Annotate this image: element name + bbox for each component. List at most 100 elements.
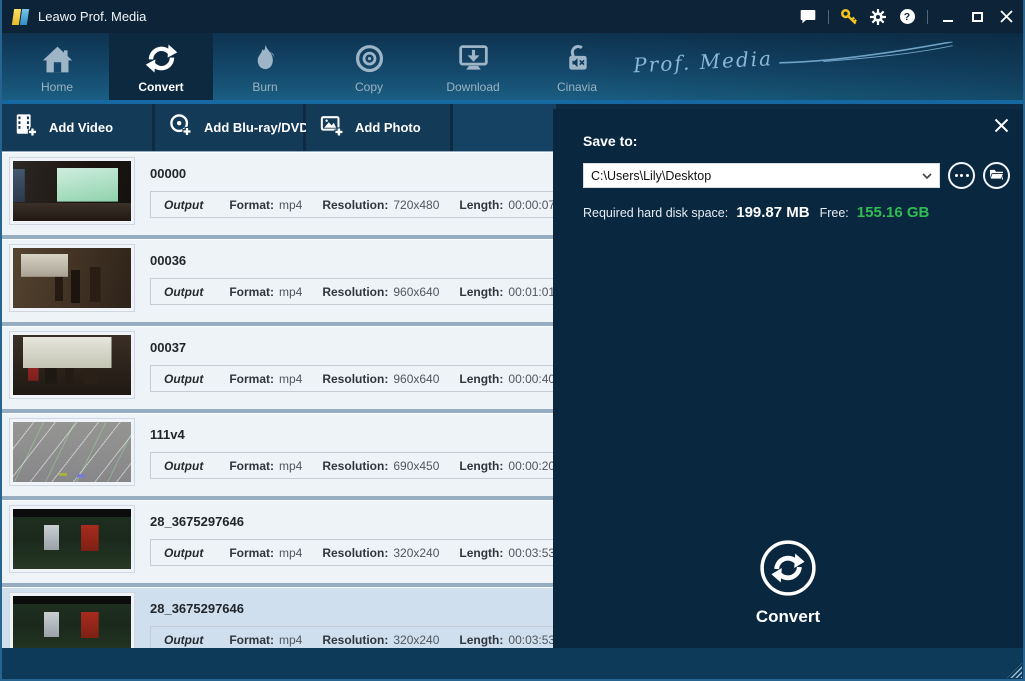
tab-download[interactable]: Download	[421, 33, 525, 100]
dropdown-chevron-icon[interactable]	[920, 173, 939, 179]
save-to-label: Save to:	[583, 133, 637, 149]
output-label: Output	[164, 633, 203, 647]
brand-text: Prof. Media	[632, 46, 773, 77]
format-label: Format:	[229, 372, 274, 386]
tab-label: Convert	[138, 80, 183, 94]
save-path-input[interactable]	[584, 169, 920, 183]
copy-icon	[353, 34, 386, 76]
app-window: Leawo Prof. Media	[0, 0, 1025, 681]
length-label: Length:	[459, 198, 503, 212]
length-label: Length:	[459, 459, 503, 473]
brand-signature: Prof. Media	[632, 37, 955, 78]
length-label: Length:	[459, 285, 503, 299]
folder-icon	[989, 167, 1004, 185]
maximize-icon[interactable]	[968, 8, 986, 26]
video-thumbnail[interactable]	[10, 158, 134, 224]
save-path-select[interactable]	[583, 163, 940, 188]
length-label: Length:	[459, 546, 503, 560]
resolution-label: Resolution:	[322, 546, 388, 560]
format-value: mp4	[279, 285, 302, 299]
key-icon[interactable]	[840, 8, 858, 26]
tab-label: Copy	[355, 80, 383, 94]
main-nav: Home Convert	[0, 33, 1025, 100]
resolution-label: Resolution:	[322, 633, 388, 647]
resolution-value: 320x240	[393, 546, 439, 560]
convert-button[interactable]: Convert	[553, 539, 1023, 627]
output-label: Output	[164, 459, 203, 473]
chat-icon[interactable]	[799, 8, 817, 26]
video-thumbnail[interactable]	[10, 332, 134, 398]
resolution-value: 690x450	[393, 459, 439, 473]
format-value: mp4	[279, 459, 302, 473]
format-value: mp4	[279, 198, 302, 212]
tab-label: Download	[446, 80, 499, 94]
video-thumbnail[interactable]	[10, 245, 134, 311]
gear-icon[interactable]	[869, 8, 887, 26]
tab-label: Home	[41, 80, 73, 94]
format-label: Format:	[229, 459, 274, 473]
tool-label: Add Video	[49, 120, 113, 135]
length-value: 00:00:20	[508, 459, 555, 473]
output-label: Output	[164, 198, 203, 212]
ellipsis-icon	[955, 174, 969, 177]
resolution-value: 960x640	[393, 285, 439, 299]
video-thumbnail[interactable]	[10, 419, 134, 485]
browse-button[interactable]	[948, 162, 975, 189]
download-icon	[457, 34, 490, 76]
required-space-value: 199.87 MB	[736, 204, 809, 221]
open-folder-button[interactable]	[983, 162, 1010, 189]
home-icon	[41, 34, 74, 76]
length-value: 00:03:53	[508, 633, 555, 647]
convert-button-label: Convert	[553, 607, 1023, 627]
video-thumbnail[interactable]	[10, 506, 134, 572]
minimize-icon[interactable]	[939, 8, 957, 26]
format-value: mp4	[279, 633, 302, 647]
titlebar-separator	[828, 10, 829, 24]
tab-home[interactable]: Home	[5, 33, 109, 100]
cinavia-lock-icon	[561, 34, 594, 76]
nav-tabs: Home Convert	[5, 33, 629, 100]
format-label: Format:	[229, 285, 274, 299]
save-path-row	[583, 162, 1010, 189]
convert-settings-panel: Save to: Required hard d	[553, 109, 1023, 648]
output-label: Output	[164, 285, 203, 299]
length-value: 00:03:53	[508, 546, 555, 560]
format-value: mp4	[279, 372, 302, 386]
close-icon[interactable]	[994, 118, 1010, 134]
resolution-label: Resolution:	[322, 285, 388, 299]
add-photo-icon	[320, 113, 344, 143]
titlebar-separator	[927, 10, 928, 24]
add-video-button[interactable]: Add Video	[0, 104, 152, 151]
add-video-icon	[14, 113, 38, 143]
video-thumbnail[interactable]	[10, 593, 134, 648]
close-icon[interactable]	[997, 8, 1015, 26]
resolution-label: Resolution:	[322, 372, 388, 386]
output-label: Output	[164, 546, 203, 560]
convert-circle-icon	[759, 584, 817, 601]
output-label: Output	[164, 372, 203, 386]
add-bluray-button[interactable]: Add Blu-ray/DVD	[155, 104, 303, 151]
tool-label: Add Blu-ray/DVD	[204, 120, 309, 135]
brand-swoosh	[777, 42, 955, 65]
resolution-label: Resolution:	[322, 459, 388, 473]
help-icon[interactable]: ?	[898, 8, 916, 26]
add-photo-button[interactable]: Add Photo	[306, 104, 450, 151]
length-value: 00:01:01	[508, 285, 555, 299]
resolution-label: Resolution:	[322, 198, 388, 212]
tab-label: Cinavia	[557, 80, 597, 94]
disk-space-info: Required hard disk space: 199.87 MB Free…	[583, 204, 929, 221]
free-space-label: Free:	[820, 206, 849, 220]
required-space-label: Required hard disk space:	[583, 206, 728, 220]
titlebar: Leawo Prof. Media	[0, 0, 1025, 33]
app-logo-icon	[12, 8, 29, 26]
tab-cinavia[interactable]: Cinavia	[525, 33, 629, 100]
tab-convert[interactable]: Convert	[109, 33, 213, 100]
tab-burn[interactable]: Burn	[213, 33, 317, 100]
toolbar-filler	[453, 104, 556, 151]
tab-copy[interactable]: Copy	[317, 33, 421, 100]
format-label: Format:	[229, 633, 274, 647]
add-bluray-icon	[169, 113, 193, 143]
resize-grip[interactable]	[1007, 663, 1022, 678]
tool-label: Add Photo	[355, 120, 421, 135]
resolution-value: 320x240	[393, 633, 439, 647]
